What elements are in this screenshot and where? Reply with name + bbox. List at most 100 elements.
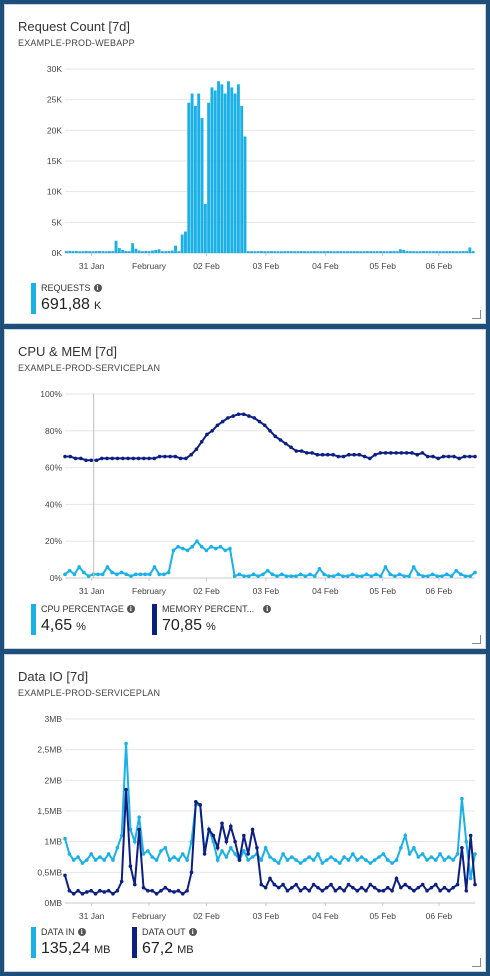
data-point[interactable] (429, 885, 434, 890)
data-point[interactable] (72, 572, 77, 577)
data-point[interactable] (172, 890, 176, 894)
bar[interactable] (84, 250, 88, 253)
data-point[interactable] (438, 888, 442, 893)
data-point[interactable] (119, 570, 124, 575)
data-point[interactable] (167, 888, 172, 893)
bar[interactable] (91, 251, 95, 253)
data-point[interactable] (316, 852, 320, 856)
data-point[interactable] (80, 892, 85, 896)
data-point[interactable] (322, 572, 326, 577)
data-point[interactable] (412, 888, 416, 893)
data-point[interactable] (143, 572, 147, 577)
bar[interactable] (385, 251, 389, 253)
bar[interactable] (98, 251, 101, 253)
data-point[interactable] (273, 434, 278, 439)
bar[interactable] (468, 247, 472, 253)
data-point[interactable] (228, 846, 233, 850)
data-point[interactable] (63, 836, 67, 841)
data-point[interactable] (242, 833, 246, 838)
bar[interactable] (121, 249, 125, 253)
bar[interactable] (405, 251, 409, 253)
data-point[interactable] (138, 572, 143, 577)
data-point[interactable] (272, 858, 277, 862)
data-point[interactable] (420, 882, 425, 887)
data-point[interactable] (374, 572, 378, 577)
data-point[interactable] (433, 858, 438, 862)
data-point[interactable] (303, 885, 307, 890)
bar[interactable] (147, 251, 151, 253)
data-point[interactable] (173, 454, 178, 459)
data-point[interactable] (202, 852, 207, 856)
data-point[interactable] (141, 852, 146, 856)
data-point[interactable] (220, 849, 224, 853)
data-point[interactable] (281, 852, 285, 856)
data-point[interactable] (204, 548, 209, 553)
data-point[interactable] (110, 570, 114, 575)
data-point[interactable] (452, 454, 456, 459)
data-point[interactable] (180, 852, 185, 856)
data-point[interactable] (337, 885, 342, 890)
data-point[interactable] (237, 572, 242, 577)
data-point[interactable] (467, 454, 472, 459)
data-point[interactable] (96, 572, 100, 577)
data-point[interactable] (357, 452, 362, 457)
bar[interactable] (389, 251, 392, 253)
data-point[interactable] (329, 855, 333, 859)
bar[interactable] (359, 251, 363, 253)
data-point[interactable] (303, 574, 308, 578)
data-point[interactable] (425, 454, 430, 459)
bar[interactable] (256, 251, 260, 253)
bar[interactable] (296, 251, 300, 253)
cpu-mem-chart[interactable]: 0% 20% 40% 60% 80% 100% 31 Jan February 02 Feb 03… (5, 378, 487, 608)
bar[interactable] (250, 251, 254, 253)
data-point[interactable] (359, 885, 364, 890)
data-point[interactable] (279, 572, 284, 577)
data-point[interactable] (460, 796, 464, 801)
data-point[interactable] (68, 454, 73, 459)
data-point[interactable] (263, 885, 268, 890)
bar[interactable] (471, 251, 475, 253)
bar[interactable] (342, 251, 346, 253)
data-point[interactable] (159, 888, 163, 893)
data-point[interactable] (435, 574, 440, 578)
data-point[interactable] (137, 815, 141, 819)
data-point[interactable] (102, 858, 107, 862)
resize-handle-icon[interactable] (472, 310, 481, 319)
data-point[interactable] (168, 454, 172, 459)
data-point[interactable] (315, 452, 320, 457)
data-point[interactable] (326, 452, 330, 457)
bar[interactable] (104, 251, 108, 253)
data-point[interactable] (159, 849, 163, 853)
data-point[interactable] (360, 574, 364, 578)
bar[interactable] (329, 251, 333, 253)
data-point[interactable] (362, 454, 367, 459)
bar[interactable] (210, 87, 214, 254)
data-point[interactable] (63, 572, 67, 577)
data-point[interactable] (246, 852, 250, 856)
bar[interactable] (167, 250, 171, 253)
data-point[interactable] (381, 852, 386, 856)
bar[interactable] (412, 251, 416, 253)
bar[interactable] (365, 251, 369, 253)
data-io-chart[interactable]: 0MB 0,5MB 1MB 1,5MB 2MB 2,5MB 3MB 31 Jan Februar… (5, 703, 487, 933)
data-point[interactable] (167, 858, 172, 862)
data-point[interactable] (425, 858, 429, 862)
data-point[interactable] (275, 574, 279, 578)
data-point[interactable] (124, 572, 129, 577)
data-point[interactable] (368, 861, 373, 865)
data-point[interactable] (399, 846, 403, 850)
data-point[interactable] (89, 852, 93, 856)
bar[interactable] (144, 250, 148, 253)
data-point[interactable] (178, 456, 183, 461)
data-point[interactable] (115, 888, 120, 893)
data-point[interactable] (308, 572, 312, 577)
data-point[interactable] (111, 858, 115, 862)
bar[interactable] (441, 251, 445, 253)
data-point[interactable] (316, 885, 320, 890)
data-point[interactable] (410, 451, 414, 455)
data-point[interactable] (115, 456, 120, 461)
data-point[interactable] (352, 452, 356, 457)
data-point[interactable] (462, 454, 467, 459)
bar[interactable] (369, 251, 373, 253)
data-point[interactable] (429, 855, 434, 859)
